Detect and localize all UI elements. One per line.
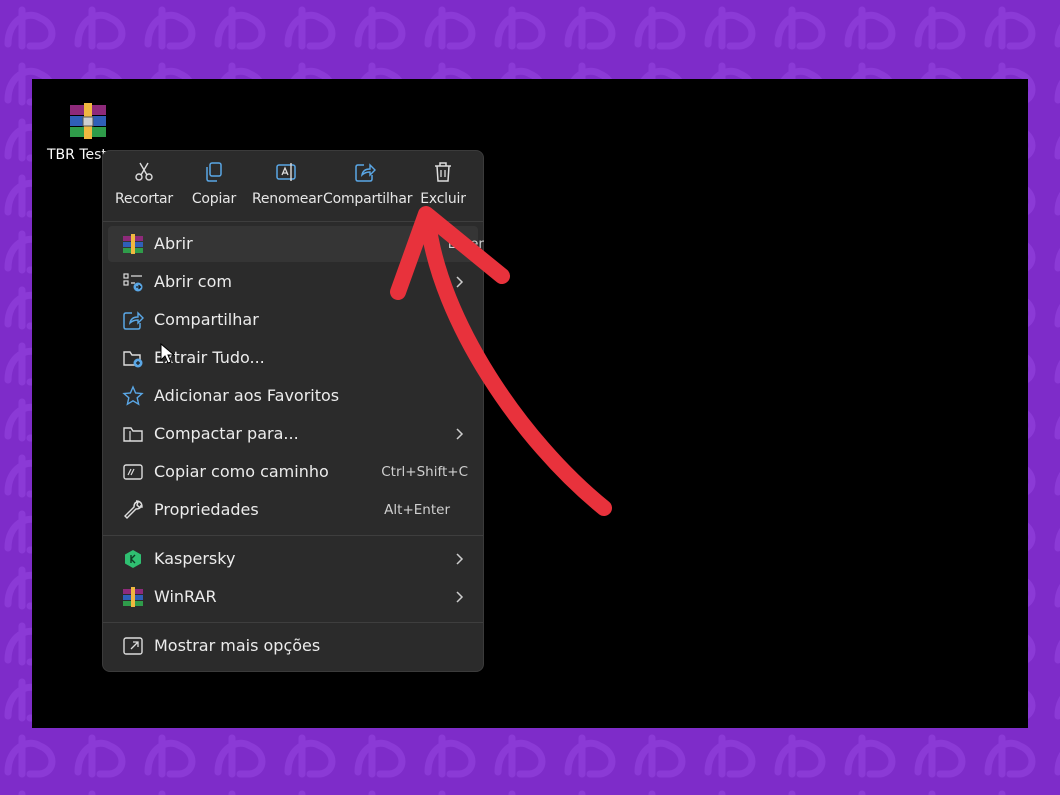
menu-item-copy-as-path[interactable]: Copiar como caminho Ctrl+Shift+C (108, 454, 478, 490)
desktop-screen: TBR Teste Recortar Copiar Renomear Compa… (32, 79, 1028, 728)
menu-item-label: WinRAR (154, 587, 217, 606)
menu-item-add-favorites[interactable]: Adicionar aos Favoritos (108, 378, 478, 414)
menu-divider (103, 221, 483, 222)
trash-icon (435, 162, 451, 182)
share-icon (355, 163, 376, 182)
menu-item-kaspersky[interactable]: Kaspersky (108, 541, 478, 577)
chevron-right-icon (456, 553, 464, 565)
menu-item-winrar[interactable]: WinRAR (108, 579, 478, 615)
star-icon (122, 385, 144, 406)
rename-button[interactable]: Renomear (252, 161, 323, 217)
menu-item-label: Kaspersky (154, 549, 236, 568)
menu-item-share[interactable]: Compartilhar (108, 302, 478, 338)
menu-item-shortcut: Ctrl+Shift+C (381, 464, 468, 480)
menu-item-show-more-options[interactable]: Mostrar mais opções (108, 628, 478, 664)
mouse-cursor-icon (160, 343, 176, 364)
menu-item-compress-to[interactable]: Compactar para... (108, 416, 478, 452)
open-with-icon (123, 273, 143, 292)
menu-item-label: Compactar para... (154, 424, 299, 443)
menu-item-label: Abrir com (154, 272, 232, 291)
menu-item-open-with[interactable]: Abrir com (108, 264, 478, 300)
compress-icon (123, 427, 143, 442)
winrar-icon (123, 587, 143, 607)
copy-button[interactable]: Copiar (183, 161, 245, 217)
chevron-right-icon (456, 591, 464, 603)
winrar-archive-icon (70, 103, 106, 139)
share-button[interactable]: Compartilhar (323, 161, 413, 217)
quick-actions-bar: Recortar Copiar Renomear Compartilhar Ex… (103, 151, 483, 221)
scissors-icon (135, 162, 153, 181)
winrar-icon (123, 234, 143, 254)
kaspersky-icon (125, 550, 141, 568)
share-icon (123, 311, 144, 330)
menu-item-open[interactable]: Abrir Enter (108, 226, 484, 262)
menu-item-label: Abrir (154, 234, 193, 253)
rename-label: Renomear (252, 191, 323, 207)
chevron-right-icon (456, 276, 464, 288)
menu-item-label: Copiar como caminho (154, 462, 329, 481)
delete-button[interactable]: Excluir (413, 161, 473, 217)
cut-label: Recortar (115, 191, 173, 207)
menu-item-label: Compartilhar (154, 310, 259, 329)
extract-folder-icon (123, 351, 143, 368)
copy-path-icon (123, 464, 143, 480)
delete-label: Excluir (420, 191, 466, 207)
menu-item-properties[interactable]: Propriedades Alt+Enter (108, 492, 478, 528)
wrench-icon (124, 500, 143, 519)
menu-item-label: Mostrar mais opções (154, 636, 321, 655)
copy-label: Copiar (191, 191, 237, 207)
rename-icon (276, 163, 296, 181)
context-menu: Recortar Copiar Renomear Compartilhar Ex… (102, 150, 484, 672)
menu-item-label: Propriedades (154, 500, 259, 519)
menu-divider (103, 535, 483, 536)
cut-button[interactable]: Recortar (113, 161, 175, 217)
chevron-right-icon (456, 428, 464, 440)
menu-item-shortcut: Alt+Enter (384, 502, 450, 518)
menu-item-shortcut: Enter (447, 236, 484, 252)
copy-icon (206, 162, 222, 182)
menu-item-label: Adicionar aos Favoritos (154, 386, 340, 405)
share-label: Compartilhar (323, 191, 413, 207)
menu-divider (103, 622, 483, 623)
more-options-icon (123, 637, 143, 655)
